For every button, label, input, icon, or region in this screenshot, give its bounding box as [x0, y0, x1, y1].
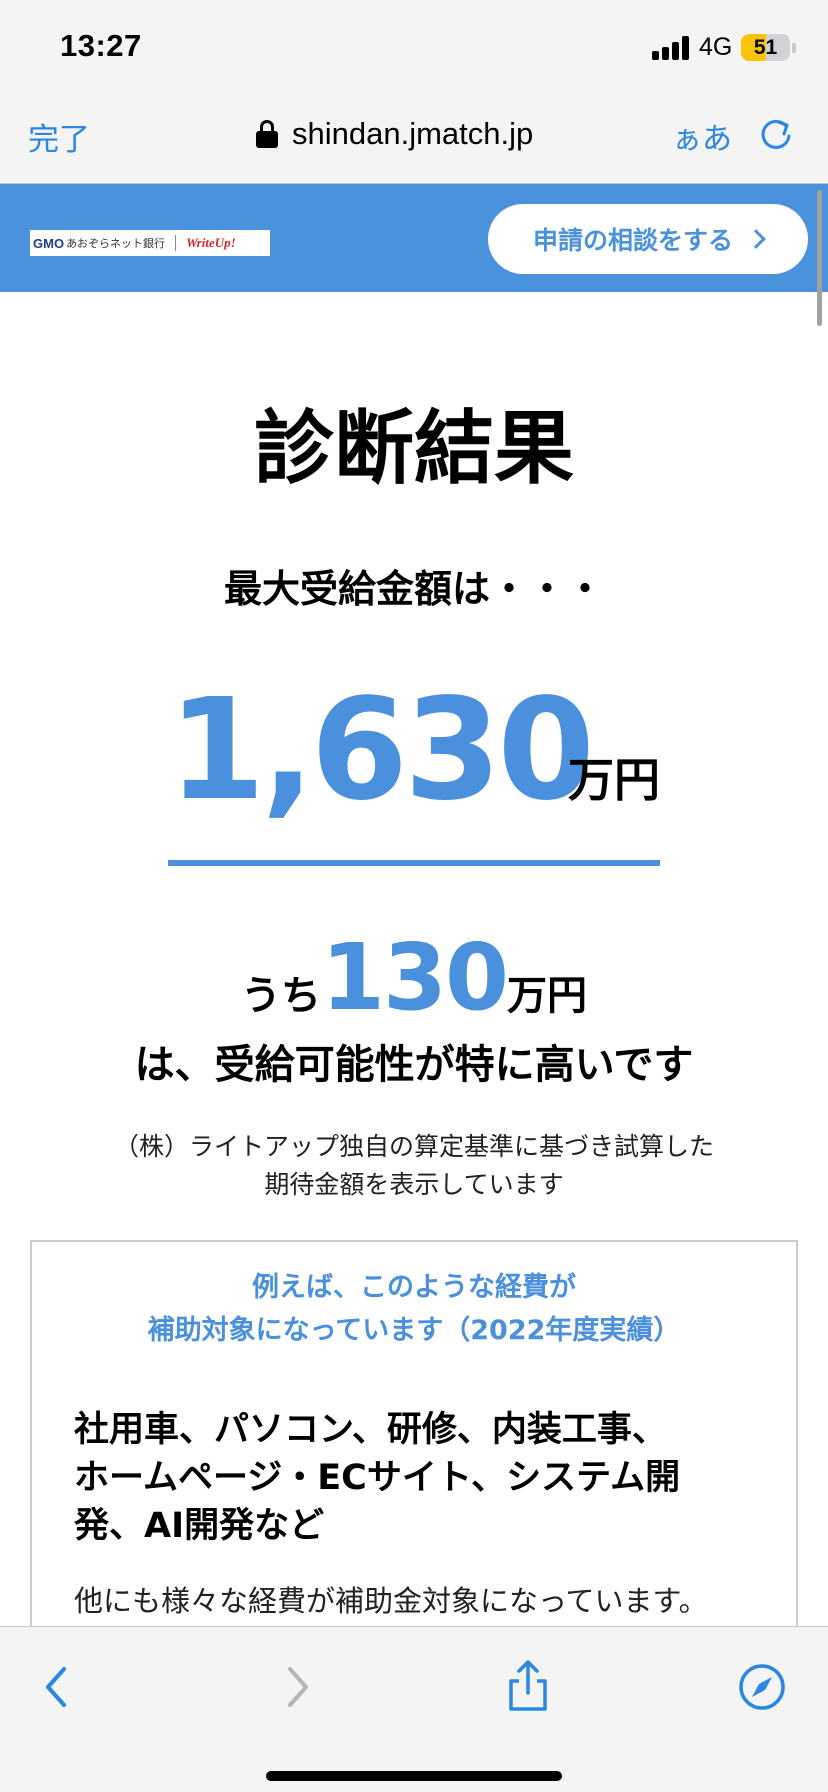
calculation-note: （株）ライトアップ独自の算定基準に基づき試算した 期待金額を表示しています — [0, 1128, 828, 1204]
max-amount-value: 1,630 — [168, 669, 595, 832]
example-items: 社用車、パソコン、研修、内装工事、 ホームページ・ECサイト、システム開 発、A… — [74, 1406, 764, 1550]
likely-amount-unit: 万円 — [507, 973, 588, 1019]
likely-amount-prefix: うち — [240, 973, 321, 1019]
example-heading: 例えば、このような経費が 補助対象になっています（2022年度実績） — [32, 1266, 796, 1352]
address-bar[interactable]: shindan.jmatch.jp — [256, 112, 533, 156]
logo-gmo: GMO — [33, 235, 65, 251]
example-items-line-3: 発、AI開発など — [74, 1506, 325, 1546]
status-time: 13:27 — [60, 28, 142, 63]
chevron-right-icon — [746, 229, 766, 249]
brand-logo[interactable]: GMO あおぞらネット銀行 WriteUp! — [30, 230, 270, 256]
page-title: 診断結果 — [254, 402, 574, 495]
status-bar: 13:27 4G 51 — [0, 0, 828, 92]
home-indicator — [266, 1771, 562, 1781]
reload-icon[interactable] — [756, 114, 796, 154]
forward-icon[interactable] — [268, 1659, 324, 1715]
likely-amount-value: 130 — [320, 924, 509, 1031]
max-amount-unit: 万円 — [568, 753, 660, 807]
example-items-line-2: ホームページ・ECサイト、システム開 — [74, 1458, 681, 1498]
battery-icon: 51 — [741, 34, 790, 61]
browser-toolbar — [0, 1626, 828, 1792]
battery-level: 51 — [753, 36, 778, 59]
url-text: shindan.jmatch.jp — [292, 116, 534, 151]
example-heading-line-1: 例えば、このような経費が — [252, 1272, 576, 1303]
likely-amount-caption: は、受給可能性が特に高いです — [134, 1042, 694, 1088]
web-content: GMO あおぞらネット銀行 WriteUp! 申請の相談をする 診断結果 最大受… — [0, 184, 828, 1626]
network-label: 4G — [699, 33, 733, 61]
example-items-line-1: 社用車、パソコン、研修、内装工事、 — [74, 1410, 667, 1450]
consult-button-label: 申請の相談をする — [532, 226, 733, 255]
signal-icon — [652, 36, 690, 60]
text-size-button[interactable]: ぁあ — [672, 114, 732, 158]
share-icon[interactable] — [500, 1659, 556, 1715]
lock-icon — [256, 120, 278, 148]
consult-button[interactable]: 申請の相談をする — [488, 204, 808, 274]
note-line-2: 期待金額を表示しています — [264, 1170, 564, 1199]
site-header: GMO あおぞらネット銀行 WriteUp! 申請の相談をする — [0, 184, 828, 292]
back-icon[interactable] — [30, 1659, 86, 1715]
example-more-text: 他にも様々な経費が補助金対象になっています。 — [74, 1584, 708, 1618]
browser-nav-bar: 完了 shindan.jmatch.jp ぁあ — [0, 92, 828, 184]
compass-icon[interactable] — [734, 1659, 790, 1715]
example-box: 例えば、このような経費が 補助対象になっています（2022年度実績） 社用車、パ… — [30, 1240, 798, 1626]
note-line-1: （株）ライトアップ独自の算定基準に基づき試算した — [113, 1132, 714, 1161]
scrollbar[interactable] — [817, 190, 822, 326]
logo-writeup: WriteUp! — [186, 235, 236, 250]
amount-underline — [168, 860, 660, 866]
battery-cap — [792, 43, 796, 53]
logo-divider — [175, 235, 177, 251]
likely-amount: うち130万円 — [0, 924, 828, 1031]
example-heading-line-2: 補助対象になっています（2022年度実績） — [147, 1315, 681, 1346]
max-amount: 1,630 万円 — [168, 678, 660, 824]
logo-bank: あおぞらネット銀行 — [66, 237, 166, 250]
max-amount-label: 最大受給金額は・・・ — [223, 567, 604, 611]
done-button[interactable]: 完了 — [28, 114, 90, 159]
